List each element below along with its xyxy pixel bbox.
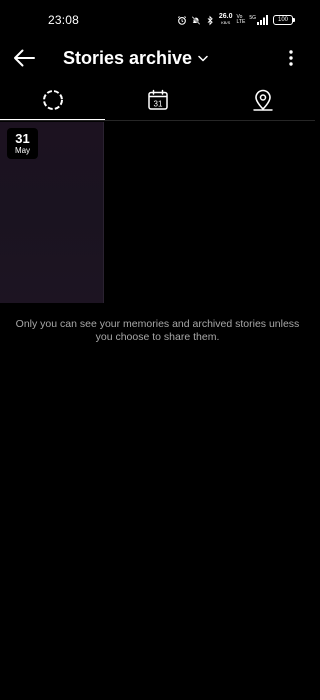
archive-info-text: Only you can see your memories and archi… [15, 318, 300, 343]
tabs-divider [0, 120, 315, 121]
back-button[interactable] [10, 44, 38, 72]
page-title: Stories archive [63, 47, 193, 68]
title-dropdown[interactable]: Stories archive [63, 45, 208, 71]
status-time: 23:08 [48, 13, 80, 27]
chevron-down-icon [198, 55, 208, 61]
signal-label: 5G [249, 15, 256, 21]
date-day: 31 [15, 130, 30, 146]
tab-bar: 31 [0, 83, 315, 120]
net-speed-unit: KB/S [221, 20, 231, 25]
calendar-icon: 31 [147, 89, 168, 110]
more-vertical-icon [289, 50, 293, 66]
alarm-icon [177, 15, 186, 25]
more-options-button[interactable] [283, 46, 299, 70]
volte-indicator: Vo LTE [237, 15, 246, 25]
tab-calendar[interactable]: 31 [105, 83, 210, 120]
signal-group: 5G [249, 15, 268, 25]
status-bar: 23:08 26.0 KB/S Vo LTE 5G 100 [0, 0, 315, 40]
mute-icon [191, 15, 201, 25]
header: Stories archive [0, 38, 315, 78]
calendar-day-text: 31 [153, 100, 162, 109]
date-badge: 31 May [7, 128, 38, 159]
location-pin-icon [252, 89, 273, 111]
status-icons: 26.0 KB/S Vo LTE 5G 100 [177, 13, 295, 27]
bluetooth-icon [207, 15, 213, 25]
signal-icon [257, 15, 268, 25]
archived-story-tile[interactable]: 31 May [0, 122, 104, 303]
battery-icon: 100 [273, 15, 295, 25]
net-speed: 26.0 KB/S [219, 13, 233, 26]
arrow-left-icon [14, 49, 35, 67]
tab-stories[interactable] [0, 83, 105, 120]
volte-bottom: LTE [236, 19, 246, 25]
tab-map[interactable] [210, 83, 315, 120]
stories-ring-icon [42, 90, 63, 110]
date-month: May [14, 145, 31, 155]
